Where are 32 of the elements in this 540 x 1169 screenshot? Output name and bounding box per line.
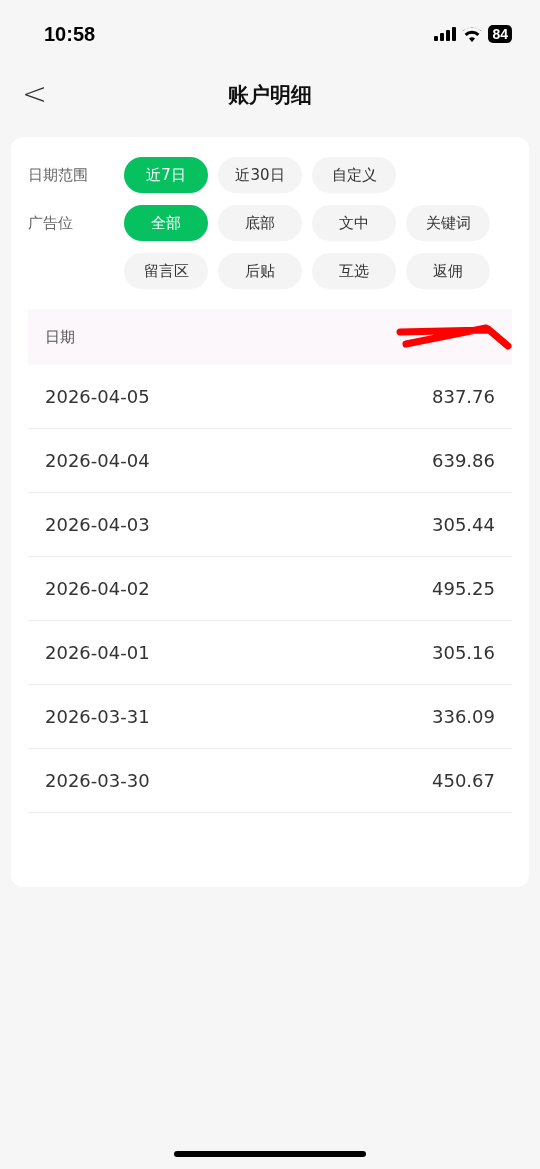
table-cell: 639.86 [432, 450, 495, 471]
filter-chip[interactable]: 留言区 [124, 253, 208, 289]
table-cell: 305.16 [432, 642, 495, 663]
table-cell: 2026-03-30 [45, 770, 150, 791]
table-cell: 2026-04-04 [45, 450, 150, 471]
table-cell: 2026-04-02 [45, 578, 150, 599]
table-cell: 305.44 [432, 514, 495, 535]
filter-chip[interactable]: 后贴 [218, 253, 302, 289]
filter-chip[interactable]: 文中 [312, 205, 396, 241]
table-cell: 2026-04-03 [45, 514, 150, 535]
signal-icon [434, 27, 457, 41]
table-cell: 2026-03-31 [45, 706, 150, 727]
table-cell: 2026-04-01 [45, 642, 150, 663]
wifi-icon [462, 26, 483, 42]
filter-chip[interactable]: 近30日 [218, 157, 302, 193]
filter-label: 广告位 [28, 213, 74, 234]
page-title: 账户明细 [228, 82, 312, 109]
column-header: 日期 [45, 327, 75, 347]
battery-level: 84 [488, 25, 512, 43]
filter-chip[interactable]: 底部 [218, 205, 302, 241]
table-cell: 837.76 [432, 386, 495, 407]
table-cell: 450.67 [432, 770, 495, 791]
filter-label: 日期范围 [28, 165, 89, 186]
table-cell: 2026-04-05 [45, 386, 150, 407]
table-cell: 495.25 [432, 578, 495, 599]
status-time: 10:58 [44, 22, 96, 46]
table-cell: 336.09 [432, 706, 495, 727]
filter-chip[interactable]: 自定义 [312, 157, 396, 193]
filter-chip[interactable]: 互选 [312, 253, 396, 289]
back-button[interactable]: < [16, 76, 54, 111]
filter-chip[interactable]: 关键词 [406, 205, 490, 241]
filter-chip[interactable]: 返佣 [406, 253, 490, 289]
